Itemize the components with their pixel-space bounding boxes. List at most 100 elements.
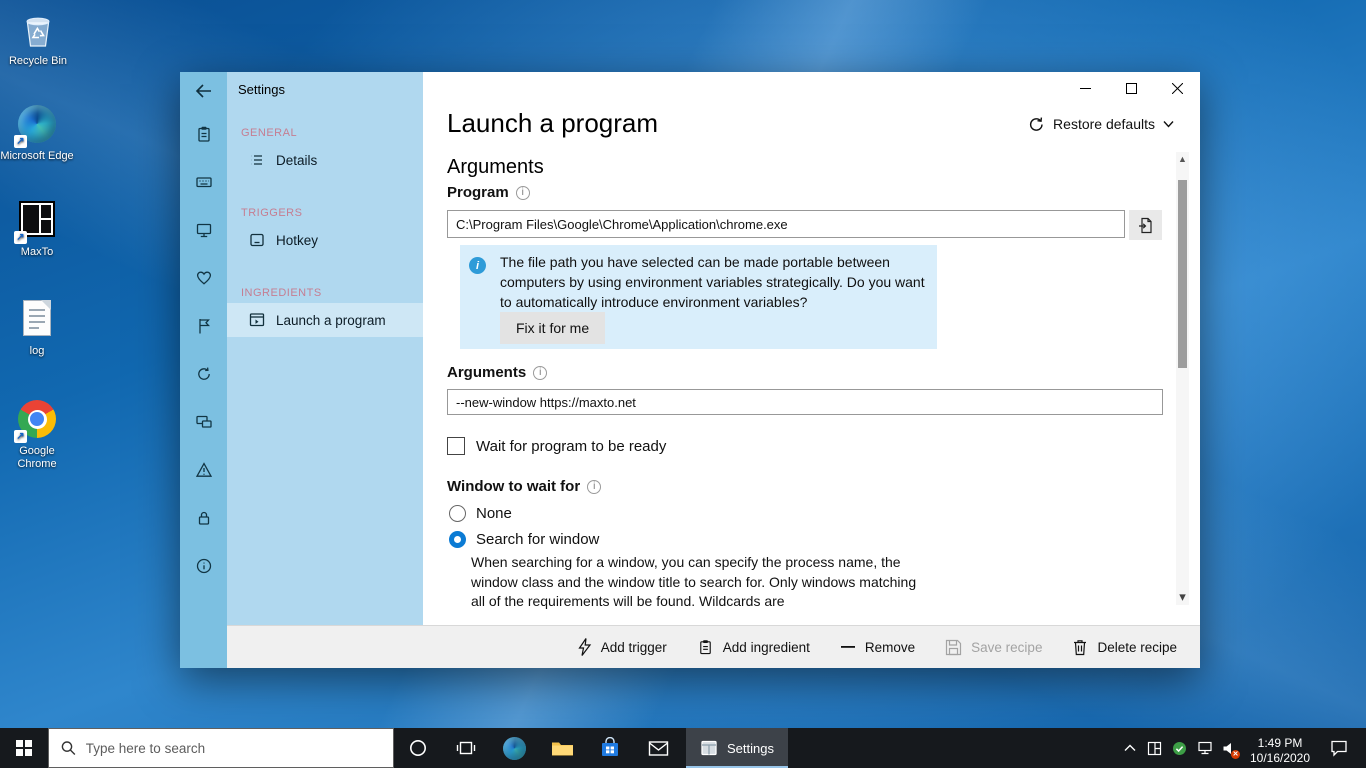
maxto-tray-icon[interactable] xyxy=(1142,728,1167,768)
minimize-button[interactable] xyxy=(1062,72,1108,104)
radio-none[interactable] xyxy=(449,505,466,522)
cortana-icon xyxy=(408,738,428,758)
settings-sidebar: Settings GENERAL Details TRIGGERS Hotkey… xyxy=(227,72,423,625)
sidebar-section-general: GENERAL xyxy=(241,127,423,139)
sidebar-section-triggers: TRIGGERS xyxy=(241,207,423,219)
document-icon xyxy=(17,300,57,340)
sync-icon[interactable] xyxy=(180,350,227,398)
scroll-down-arrow[interactable]: ▾ xyxy=(1176,589,1189,605)
flag-icon[interactable] xyxy=(180,302,227,350)
sidebar-item-hotkey[interactable]: Hotkey xyxy=(227,223,423,257)
scroll-up-arrow[interactable]: ▲ xyxy=(1176,154,1189,164)
chrome-icon: ↗ xyxy=(17,400,57,440)
taskbar-clock[interactable]: 1:49 PM 10/16/2020 xyxy=(1242,731,1318,766)
heart-icon[interactable] xyxy=(180,254,227,302)
program-label: Program xyxy=(447,184,530,201)
list-icon xyxy=(248,151,266,169)
hotkey-icon[interactable] xyxy=(180,158,227,206)
sidebar-item-launch-a-program[interactable]: Launch a program xyxy=(227,303,423,337)
info-banner: i The file path you have selected can be… xyxy=(460,245,937,349)
warning-icon[interactable] xyxy=(180,446,227,494)
clock-date: 10/16/2020 xyxy=(1242,751,1318,766)
browse-file-button[interactable] xyxy=(1129,210,1162,240)
add-trigger-button[interactable]: Add trigger xyxy=(562,626,682,668)
task-view-icon xyxy=(456,738,476,758)
desktop-icon-google-chrome[interactable]: ↗ Google Chrome xyxy=(0,399,74,471)
info-tooltip-icon[interactable] xyxy=(587,480,601,494)
back-button[interactable] xyxy=(180,72,227,110)
maximize-button[interactable] xyxy=(1108,72,1154,104)
window-to-wait-for-label: Window to wait for xyxy=(447,478,601,495)
edge-taskbar-button[interactable] xyxy=(490,728,538,768)
monitor-icon[interactable] xyxy=(180,206,227,254)
recycle-bin-icon xyxy=(18,10,58,50)
clipboard-icon[interactable] xyxy=(180,110,227,158)
program-input[interactable] xyxy=(447,210,1125,238)
desktop-icon-log[interactable]: log xyxy=(0,298,74,358)
sidebar-item-label: Launch a program xyxy=(276,313,386,328)
volume-muted-badge: ✕ xyxy=(1231,750,1240,759)
desktop-icon-recycle-bin[interactable]: Recycle Bin xyxy=(1,10,75,68)
search-input[interactable] xyxy=(86,741,381,756)
radio-search-for-window[interactable] xyxy=(449,531,466,548)
taskbar-search[interactable] xyxy=(48,728,394,768)
network-icon[interactable] xyxy=(1192,728,1217,768)
sidebar-item-label: Hotkey xyxy=(276,233,318,248)
system-tray: ✕ 1:49 PM 10/16/2020 xyxy=(1117,728,1366,768)
search-window-description: When searching for a window, you can spe… xyxy=(471,553,923,612)
action-center-button[interactable] xyxy=(1318,739,1360,757)
start-button[interactable] xyxy=(0,728,48,768)
close-button[interactable] xyxy=(1154,72,1200,104)
store-icon xyxy=(599,737,621,759)
taskbar-app-settings[interactable]: Settings xyxy=(686,728,788,768)
caption-buttons xyxy=(1062,72,1200,104)
arguments-input[interactable] xyxy=(447,389,1163,415)
desktop-icon-label: Google Chrome xyxy=(0,445,74,471)
page-title: Launch a program xyxy=(447,108,658,139)
wait-for-program-row: Wait for program to be ready xyxy=(447,437,666,455)
cortana-button[interactable] xyxy=(394,728,442,768)
add-ingredient-button[interactable]: Add ingredient xyxy=(682,626,825,668)
desktop-icon-label: Recycle Bin xyxy=(1,55,75,68)
fix-it-for-me-button[interactable]: Fix it for me xyxy=(500,312,605,344)
desktop-icon-label: log xyxy=(0,345,74,358)
file-explorer-button[interactable] xyxy=(538,728,586,768)
radio-search-row: Search for window xyxy=(449,531,599,548)
info-tooltip-icon[interactable] xyxy=(533,366,547,380)
hidden-icons-chevron[interactable] xyxy=(1117,728,1142,768)
taskbar: Settings ✕ 1:4 xyxy=(0,728,1366,768)
minus-icon xyxy=(840,638,856,656)
shortcut-arrow-icon: ↗ xyxy=(14,135,27,148)
info-icon[interactable] xyxy=(180,542,227,590)
scrollbar-thumb[interactable] xyxy=(1178,180,1187,368)
sidebar-item-details[interactable]: Details xyxy=(227,143,423,177)
lightning-icon xyxy=(577,638,592,656)
info-tooltip-icon[interactable] xyxy=(516,186,530,200)
radio-label: None xyxy=(476,505,512,522)
remove-button[interactable]: Remove xyxy=(825,626,930,668)
file-explorer-icon xyxy=(551,738,574,758)
taskbar-app-label: Settings xyxy=(727,741,774,756)
volume-muted-icon[interactable]: ✕ xyxy=(1217,728,1242,768)
desktop-icon-microsoft-edge[interactable]: ↗ Microsoft Edge xyxy=(0,104,74,163)
task-view-button[interactable] xyxy=(442,728,490,768)
shortcut-arrow-icon: ↗ xyxy=(14,231,27,244)
checkbox-label: Wait for program to be ready xyxy=(476,438,666,455)
displays-icon[interactable] xyxy=(180,398,227,446)
arguments-label: Arguments xyxy=(447,364,547,381)
edge-icon: ↗ xyxy=(17,105,57,145)
lock-icon[interactable] xyxy=(180,494,227,542)
file-import-icon xyxy=(1138,217,1154,234)
delete-recipe-button[interactable]: Delete recipe xyxy=(1057,626,1192,668)
store-button[interactable] xyxy=(586,728,634,768)
vertical-scrollbar[interactable]: ▲ ▾ xyxy=(1176,152,1189,605)
info-circle-icon: i xyxy=(469,257,486,274)
undo-icon xyxy=(1028,116,1045,132)
wait-for-program-checkbox[interactable] xyxy=(447,437,465,455)
mail-button[interactable] xyxy=(634,728,682,768)
restore-defaults-button[interactable]: Restore defaults xyxy=(1028,116,1174,132)
desktop-icon-maxto[interactable]: ↗ MaxTo xyxy=(0,199,74,259)
save-recipe-button[interactable]: Save recipe xyxy=(930,626,1057,668)
desktop-icon-label: Microsoft Edge xyxy=(0,150,74,163)
status-green-tray-icon[interactable] xyxy=(1167,728,1192,768)
